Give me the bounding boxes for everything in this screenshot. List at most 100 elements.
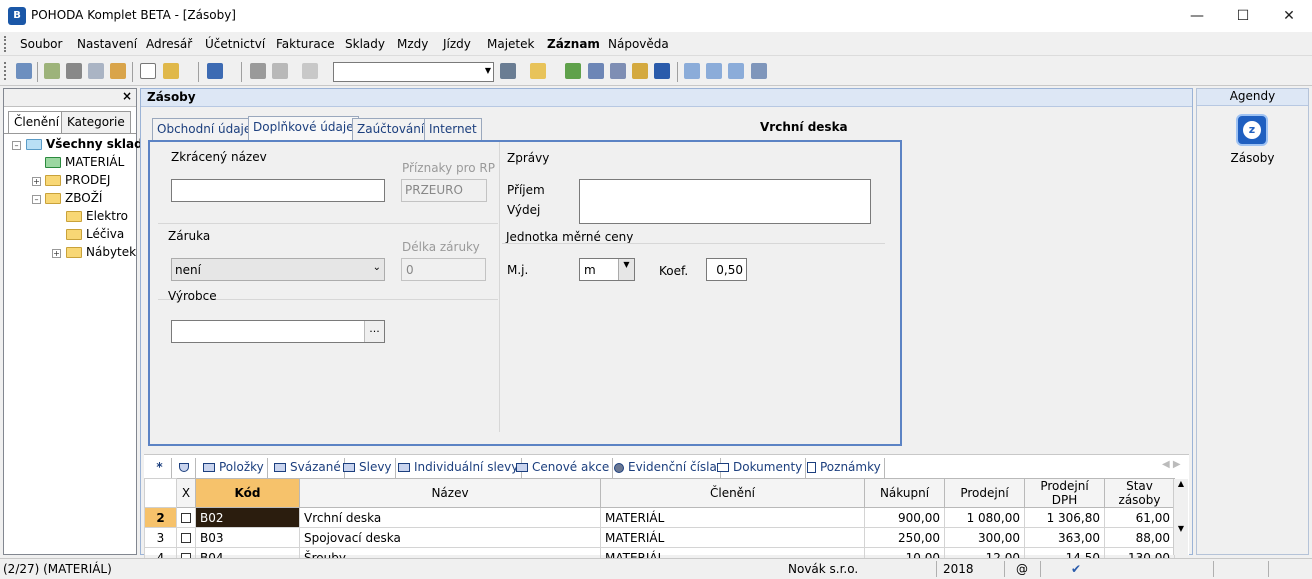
- table-row[interactable]: 2 B02 Vrchní deska MATERIÁL 900,00 1 080…: [144, 507, 1175, 528]
- message-icon[interactable]: [728, 63, 744, 79]
- back-arrow-icon[interactable]: [207, 63, 223, 79]
- ellipsis-button[interactable]: ...: [364, 321, 384, 342]
- cell-prodejni-dph[interactable]: 363,00: [1024, 527, 1105, 548]
- col-nazev[interactable]: Název: [299, 478, 601, 508]
- row-checkbox[interactable]: [176, 507, 196, 528]
- col-prodejni[interactable]: Prodejní: [944, 478, 1025, 508]
- preview-icon[interactable]: [88, 63, 104, 79]
- tab-kategorie[interactable]: Kategorie: [61, 111, 131, 133]
- tab-evidencni-cisla[interactable]: Evidenční čísla: [611, 458, 721, 478]
- tree-item-elektro[interactable]: Elektro: [66, 209, 128, 223]
- mj-select[interactable]: m ▼: [579, 258, 635, 281]
- window-icon[interactable]: [684, 63, 700, 79]
- messages-textarea[interactable]: [579, 179, 871, 224]
- menu-nastaveni[interactable]: Nastavení: [77, 37, 137, 51]
- manufacturer-input[interactable]: ...: [171, 320, 385, 343]
- money-icon[interactable]: [565, 63, 581, 79]
- filter-icon[interactable]: [176, 458, 196, 478]
- save-icon[interactable]: [250, 63, 266, 79]
- open-icon[interactable]: [44, 63, 60, 79]
- minimize-button[interactable]: —: [1174, 0, 1220, 32]
- col-x[interactable]: X: [176, 478, 196, 508]
- menu-majetek[interactable]: Majetek: [487, 37, 534, 51]
- cell-nazev[interactable]: Vrchní deska: [299, 507, 601, 528]
- table-row[interactable]: 3 B03 Spojovací deska MATERIÁL 250,00 30…: [144, 527, 1175, 548]
- scroll-top-icon[interactable]: ▲: [1174, 479, 1188, 488]
- cell-prodejni-dph[interactable]: 1 306,80: [1024, 507, 1105, 528]
- folder-icon[interactable]: [530, 63, 546, 79]
- menu-fakturace[interactable]: Fakturace: [276, 37, 335, 51]
- cell-kod[interactable]: B02: [195, 507, 300, 528]
- menu-adresar[interactable]: Adresář: [146, 37, 192, 51]
- grid-scrollbar[interactable]: ▲ ▼: [1173, 479, 1188, 555]
- tree-item-vsechny-sklady[interactable]: Všechny sklady: [26, 137, 151, 151]
- zasoby-icon[interactable]: z: [1236, 114, 1268, 146]
- checkbox[interactable]: [181, 513, 191, 523]
- row-checkbox[interactable]: [176, 527, 196, 548]
- warranty-select[interactable]: není ⌄: [171, 258, 385, 281]
- cell-kod[interactable]: B03: [195, 527, 300, 548]
- agenda-icon[interactable]: [16, 63, 32, 79]
- tab-poznamky[interactable]: Poznámky: [804, 458, 885, 478]
- cell-prodejni[interactable]: 1 080,00: [944, 507, 1025, 528]
- cell-stav[interactable]: 61,00: [1104, 507, 1175, 528]
- menu-napoveda[interactable]: Nápověda: [608, 37, 669, 51]
- tab-zauctovani[interactable]: Zaúčtování: [352, 118, 430, 140]
- tab-cleneni[interactable]: Členění: [8, 111, 66, 133]
- menu-jizdy[interactable]: Jízdy: [443, 37, 471, 51]
- cell-prodejni[interactable]: 300,00: [944, 527, 1025, 548]
- checkbox[interactable]: [181, 533, 191, 543]
- tree-item-prodej[interactable]: PRODEJ: [45, 173, 110, 187]
- print-icon[interactable]: [66, 63, 82, 79]
- tab-polozky[interactable]: Položky: [200, 458, 268, 478]
- tab-cenove-akce[interactable]: Cenové akce: [513, 458, 614, 478]
- coins-icon[interactable]: [632, 63, 648, 79]
- new-record-icon[interactable]: [140, 63, 156, 79]
- expand-icon[interactable]: +: [52, 249, 61, 258]
- col-kod[interactable]: Kód: [195, 478, 300, 508]
- tree-item-leciva[interactable]: Léčiva: [66, 227, 124, 241]
- filter-icon[interactable]: [500, 63, 516, 79]
- tree-item-zbozi[interactable]: ZBOŽÍ: [45, 191, 102, 205]
- collapse-icon[interactable]: –: [12, 141, 21, 150]
- tab-internet[interactable]: Internet: [424, 118, 482, 140]
- tab-doplnkove-udaje[interactable]: Doplňkové údaje: [248, 116, 359, 141]
- coef-input[interactable]: 0,50: [706, 258, 747, 281]
- menu-soubor[interactable]: Soubor: [20, 37, 62, 51]
- menu-ucetnictvi[interactable]: Účetnictví: [205, 37, 265, 51]
- close-button[interactable]: ✕: [1266, 0, 1312, 32]
- cell-nazev[interactable]: Spojovací deska: [299, 527, 601, 548]
- cell-nakupni[interactable]: 250,00: [864, 527, 945, 548]
- tab-dokumenty[interactable]: Dokumenty: [714, 458, 807, 478]
- tab-individualni-slevy[interactable]: Individuální slevy: [395, 458, 523, 478]
- list-icon[interactable]: [706, 63, 722, 79]
- toolbar-search-combo[interactable]: ▼: [333, 62, 494, 82]
- col-prodejni-dph[interactable]: Prodejní DPH: [1024, 478, 1105, 508]
- expand-icon[interactable]: +: [32, 177, 41, 186]
- iban-icon[interactable]: [654, 63, 670, 79]
- tree-item-material[interactable]: MATERIÁL: [45, 155, 124, 169]
- maximize-button[interactable]: ☐: [1220, 0, 1266, 32]
- cell-stav[interactable]: 88,00: [1104, 527, 1175, 548]
- tab-slevy[interactable]: Slevy: [340, 458, 396, 478]
- close-icon[interactable]: ×: [122, 89, 132, 103]
- menu-sklady[interactable]: Sklady: [345, 37, 385, 51]
- scroll-arrows-icon[interactable]: ◀ ▶: [1162, 459, 1181, 470]
- reports-icon[interactable]: [110, 63, 126, 79]
- cell-nakupni[interactable]: 900,00: [864, 507, 945, 528]
- cell-cleneni[interactable]: MATERIÁL: [600, 507, 865, 528]
- calculator-2-icon[interactable]: [610, 63, 626, 79]
- help-icon[interactable]: [751, 63, 767, 79]
- scroll-down-icon[interactable]: ▼: [1174, 524, 1188, 533]
- tab-svazane[interactable]: Svázané: [271, 458, 345, 478]
- collapse-icon[interactable]: –: [32, 195, 41, 204]
- add-row-button[interactable]: *: [148, 458, 172, 478]
- col-cleneni[interactable]: Členění: [600, 478, 865, 508]
- tab-obchodni-udaje[interactable]: Obchodní údaje: [152, 118, 257, 140]
- edit-icon[interactable]: [163, 63, 179, 79]
- save-all-icon[interactable]: [272, 63, 288, 79]
- cell-cleneni[interactable]: MATERIÁL: [600, 527, 865, 548]
- col-stav-zasoby[interactable]: Stav zásoby: [1104, 478, 1175, 508]
- menu-zaznam[interactable]: Záznam: [547, 37, 600, 51]
- tree-item-nabytek[interactable]: Nábytek: [66, 245, 136, 259]
